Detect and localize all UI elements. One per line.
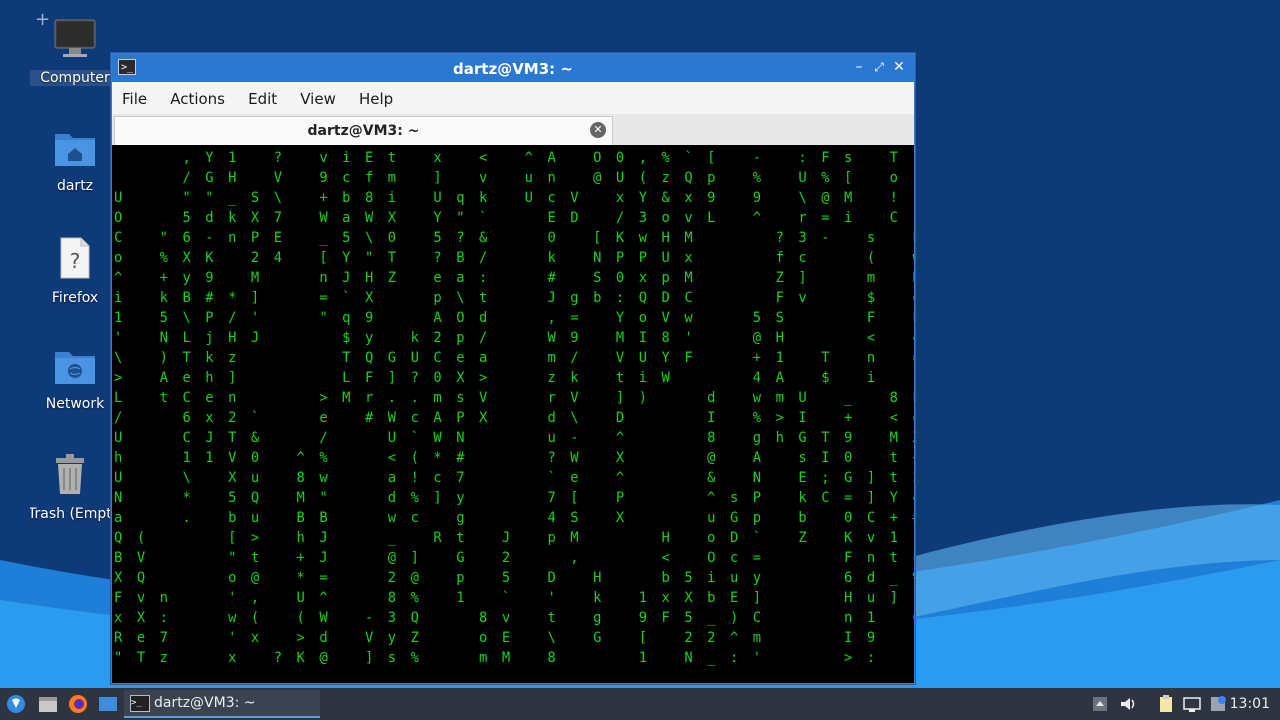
tab-terminal[interactable]: dartz@VM3: ~ ✕: [114, 116, 613, 145]
menubar: File Actions Edit View Help: [112, 82, 914, 115]
start-menu-icon[interactable]: [5, 692, 27, 716]
maximize-icon[interactable]: ⤢: [870, 58, 888, 76]
desktop-icon-trash[interactable]: Trash (Empty): [30, 452, 110, 522]
desktop-icon-label: Computer: [30, 70, 120, 86]
desktop-icon-label: Trash (Empty): [30, 506, 110, 522]
terminal-text: , Y 1 ? v i E t x < ^ A O 0 , % ` [ - : …: [114, 150, 914, 666]
desktop-icon-label: dartz: [56, 178, 94, 194]
menu-help[interactable]: Help: [349, 82, 393, 108]
desktop-icon-network[interactable]: Network: [30, 346, 120, 412]
volume-icon[interactable]: [1118, 694, 1138, 714]
menu-actions[interactable]: Actions: [160, 82, 225, 108]
desktop-icon-label: Network: [45, 396, 105, 412]
network-folder-icon: [55, 352, 95, 384]
tab-close-icon[interactable]: ✕: [590, 122, 606, 138]
menu-file[interactable]: File: [112, 82, 147, 108]
clipboard-icon[interactable]: [1156, 694, 1176, 714]
computer-icon: [54, 19, 96, 57]
taskbar-task-terminal[interactable]: >_ dartz@VM3: ~: [124, 690, 320, 718]
network-icon[interactable]: [1182, 694, 1202, 714]
menu-view[interactable]: View: [290, 82, 336, 108]
menu-edit[interactable]: Edit: [238, 82, 277, 108]
update-notifier-icon[interactable]: [1208, 694, 1228, 714]
trash-icon: [56, 454, 84, 494]
tab-bar: dartz@VM3: ~ ✕: [112, 114, 914, 145]
task-label: dartz@VM3: ~: [154, 695, 256, 711]
tray-up-icon[interactable]: [1090, 694, 1110, 714]
desktop-icon-label: Firefox: [51, 290, 99, 306]
clock[interactable]: 13:01: [1230, 696, 1270, 712]
show-desktop-icon[interactable]: [97, 692, 119, 716]
desktop-icon-firefox[interactable]: ? Firefox: [30, 236, 120, 306]
unknown-file-icon: ?: [60, 237, 90, 279]
desktop-icon-home-folder[interactable]: dartz: [30, 128, 120, 194]
minimize-icon[interactable]: –: [850, 58, 868, 76]
firefox-icon[interactable]: [67, 692, 89, 716]
terminal-output[interactable]: , Y 1 ? v i E t x < ^ A O 0 , % ` [ - : …: [112, 146, 914, 683]
home-folder-icon: [55, 134, 95, 166]
terminal-icon: >_: [130, 695, 150, 712]
file-manager-icon[interactable]: [37, 692, 59, 716]
window-title: dartz@VM3: ~: [453, 60, 573, 78]
window-titlebar[interactable]: >_ dartz@VM3: ~ – ⤢ ✕: [112, 54, 914, 82]
close-icon[interactable]: ✕: [890, 58, 908, 76]
desktop-icon-computer[interactable]: Computer: [30, 18, 120, 86]
taskbar: >_ dartz@VM3: ~ 13:01: [0, 688, 1280, 720]
terminal-window[interactable]: >_ dartz@VM3: ~ – ⤢ ✕ File Actions Edit …: [111, 53, 915, 684]
svg-text:?: ?: [70, 249, 81, 273]
tab-title: dartz@VM3: ~: [307, 123, 420, 139]
